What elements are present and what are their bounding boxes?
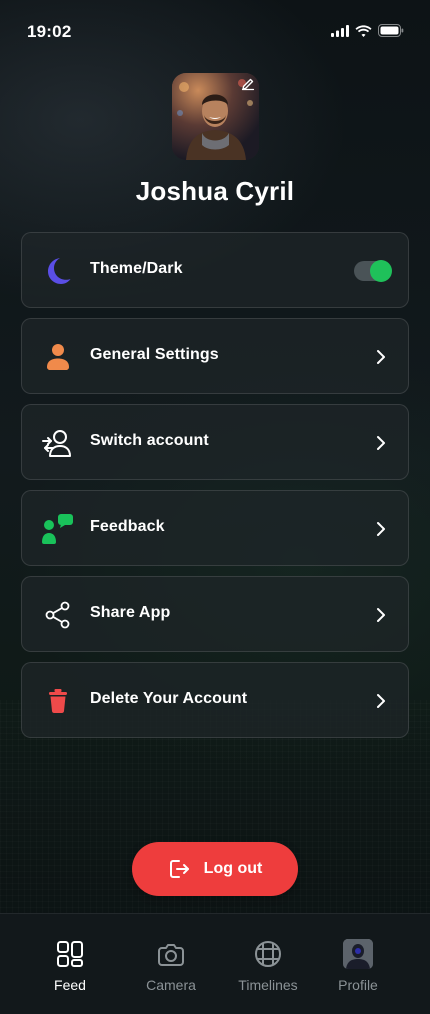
camera-icon [156,939,186,969]
nav-item-camera[interactable]: Camera [121,914,221,1014]
chevron-right-icon [377,694,385,708]
menu-item-switch-account[interactable]: Switch account [21,404,409,480]
battery-icon [378,24,404,37]
menu-label-general-settings: General Settings [90,346,219,363]
profile-avatar [343,939,373,969]
menu-label-switch-account: Switch account [90,432,209,449]
status-time: 19:02 [27,22,72,41]
menu-item-feedback[interactable]: Feedback [21,490,409,566]
nav-label-feed: Feed [54,977,86,993]
menu-label-share-app: Share App [90,604,171,621]
grid-icon [55,939,85,969]
theme-toggle[interactable] [354,260,392,282]
menu-label-delete-account: Delete Your Account [90,690,248,707]
switch-account-icon [40,425,76,461]
chevron-right-icon [377,522,385,536]
toggle-knob [370,260,392,282]
trash-icon [40,683,76,719]
edit-icon[interactable] [240,76,256,92]
nav-item-profile[interactable]: Profile [308,914,408,1014]
user-icon [40,339,76,375]
theme-toggle-row[interactable]: Theme/Dark [21,232,409,308]
nav-item-timelines[interactable]: Timelines [218,914,318,1014]
share-icon [40,597,76,633]
signal-icon [331,24,349,37]
menu-item-general-settings[interactable]: General Settings [21,318,409,394]
nav-label-timelines: Timelines [238,977,298,993]
profile-name: Joshua Cyril [135,176,295,206]
status-icons [331,24,404,37]
chevron-right-icon [377,436,385,450]
bottom-nav: Feed Camera Timelines Profile [0,913,430,1014]
wifi-icon [355,24,372,37]
film-icon [253,939,283,969]
menu-item-delete-account[interactable]: Delete Your Account [21,662,409,738]
nav-label-camera: Camera [146,977,196,993]
nav-item-feed[interactable]: Feed [20,914,120,1014]
feedback-icon [40,511,76,547]
moon-icon [40,253,76,289]
chevron-right-icon [377,608,385,622]
menu-label-theme: Theme/Dark [90,260,183,277]
nav-label-profile: Profile [338,977,378,993]
chevron-right-icon [377,350,385,364]
logout-icon [169,860,189,878]
logout-label: Log out [203,860,263,877]
profile-avatar-thumb [343,939,373,969]
logout-button[interactable]: Log out [132,842,298,896]
status-bar: 19:02 [0,0,430,64]
menu-item-share-app[interactable]: Share App [21,576,409,652]
menu-label-feedback: Feedback [90,518,165,535]
